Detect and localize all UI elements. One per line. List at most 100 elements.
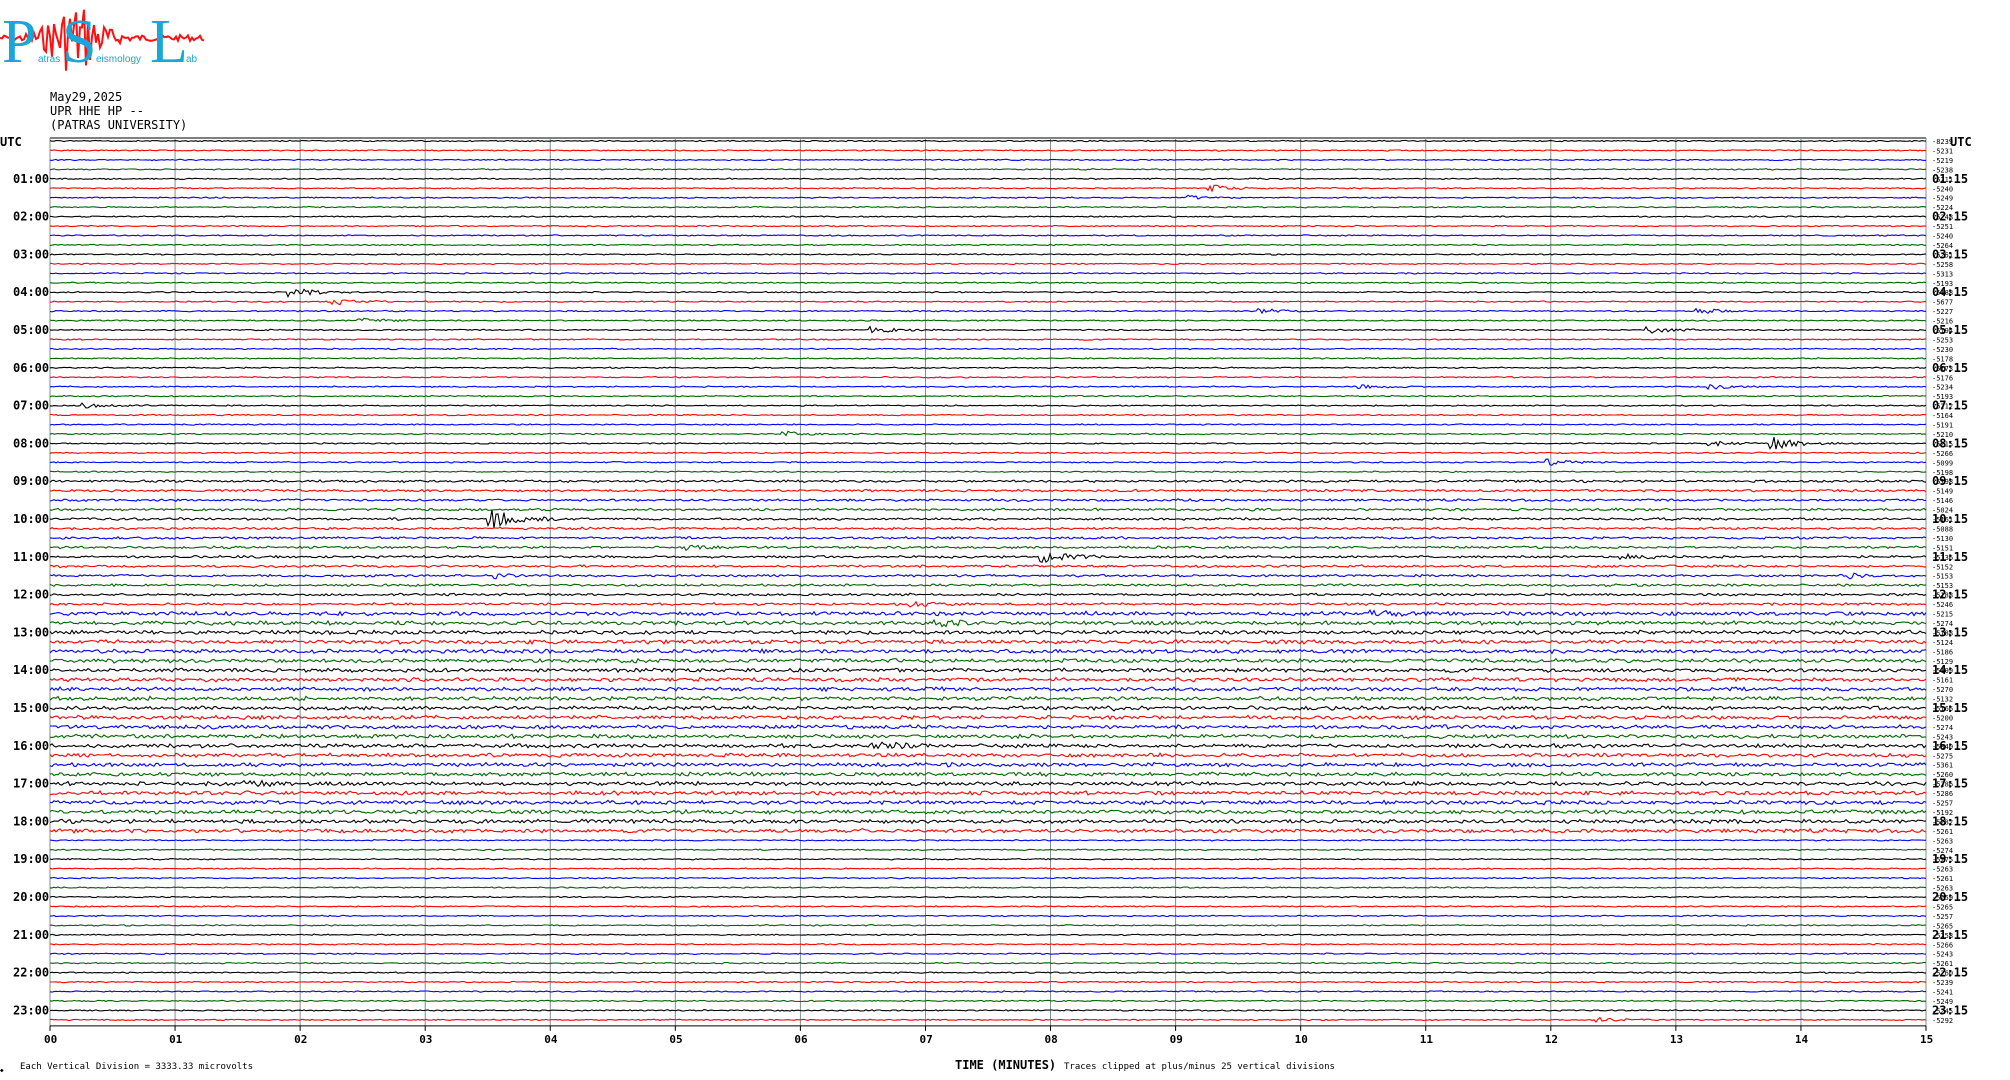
x-tick-label: 00 [44,1033,57,1046]
trace-line [49,436,1927,450]
trace-line [49,366,1927,370]
trace-mean-label: -5243 [1932,951,1953,959]
trace-line [49,608,1927,618]
trace-mean-label: -5234 [1932,384,1953,392]
trace-line [50,980,1927,984]
trace-mean-label: -5161 [1932,677,1953,685]
division-note: Each Vertical Division = 3333.33 microvo… [20,1062,253,1072]
right-hour-label: 20:15 [1932,890,1968,904]
trace-line [49,923,1927,927]
trace-mean-label: -5130 [1932,535,1953,543]
trace-mean-label: -5099 [1932,459,1953,467]
trace-mean-label: -5230 [1932,346,1953,354]
trace-line [49,194,1927,200]
trace-line [49,676,1927,683]
x-tick-label: 10 [1295,1033,1308,1046]
trace-line [49,451,1927,455]
trace-line [49,184,1927,193]
left-hour-label: 03:00 [13,247,49,261]
trace-mean-label: -5239 [1932,979,1953,987]
corner-mark: ◆ [0,1067,4,1074]
trace-line [49,234,1927,237]
trace-line [49,338,1927,341]
trace-line [49,714,1927,721]
trace-mean-label: -5677 [1932,299,1953,307]
trace-line [49,848,1927,852]
trace-mean-label: -5241 [1932,989,1953,997]
trace-mean-label: -5257 [1932,913,1953,921]
trace-mean-label: -5240 [1932,233,1953,241]
trace-line [49,857,1927,861]
trace-line [49,526,1927,531]
trace-mean-label: -5149 [1932,488,1953,496]
trace-mean-label: -5186 [1932,648,1953,656]
trace-line [49,827,1927,834]
trace-mean-label: -5246 [1932,601,1953,609]
trace-line [49,307,1926,315]
trace-mean-label: -5361 [1932,762,1953,770]
trace-line [49,705,1927,712]
trace-line [49,262,1927,266]
trace-mean-label: -5240 [1932,185,1953,193]
left-hour-label: 23:00 [13,1003,49,1017]
trace-line [49,325,1927,334]
trace-mean-label: -5124 [1932,639,1953,647]
trace-line [49,167,1927,171]
trace-line [49,205,1927,209]
trace-line [49,507,1927,512]
right-hour-label: 06:15 [1932,361,1968,375]
trace-mean-label: -5275 [1932,752,1953,760]
x-tick-label: 05 [669,1033,682,1046]
axis-labels: 00 01 02 03 04 05 06 07 08 09 10 11 12 13 14 15-8239-52… [13,138,1968,1046]
trace-line [49,271,1927,275]
clip-note: Traces clipped at plus/minus 25 vertical… [1064,1062,1335,1072]
left-hour-label: 08:00 [13,436,49,450]
right-hour-label: 08:15 [1932,436,1968,450]
trace-line [50,299,1927,306]
left-utc-title: UTC [0,135,22,149]
right-hour-label: 03:15 [1932,247,1968,261]
trace-line [49,243,1926,247]
left-hour-label: 05:00 [13,323,49,337]
trace-line [49,618,1927,628]
x-tick-label: 14 [1795,1033,1809,1046]
trace-line [49,779,1927,788]
trace-line [50,724,1927,730]
trace-mean-label: -5251 [1932,223,1953,231]
trace-line [49,347,1927,351]
trace-mean-label: -5200 [1932,714,1953,722]
trace-mean-label: -5191 [1932,422,1953,430]
x-tick-label: 15 [1920,1033,1933,1046]
trace-line [49,544,1927,552]
trace-line [49,177,1927,181]
left-hour-label: 10:00 [13,512,49,526]
trace-line [49,149,1927,152]
x-tick-label: 03 [419,1033,432,1046]
trace-line [49,752,1927,759]
left-hour-label: 04:00 [13,285,49,299]
trace-mean-label: -5261 [1932,875,1953,883]
trace-line [49,876,1927,880]
right-hour-label: 22:15 [1932,966,1968,980]
trace-line [49,1016,1927,1023]
trace-mean-label: -5266 [1932,450,1953,458]
trace-line [49,158,1927,162]
trace-line [50,413,1927,417]
x-tick-label: 11 [1420,1033,1434,1046]
trace-line [49,402,1927,409]
left-hour-label: 12:00 [13,588,49,602]
trace-line [49,394,1927,398]
trace-line [49,789,1927,797]
left-hour-label: 19:00 [13,852,49,866]
x-tick-label: 09 [1170,1033,1183,1046]
right-hour-label: 07:15 [1932,399,1968,413]
right-hour-label: 12:15 [1932,588,1968,602]
trace-line [49,808,1927,816]
trace-mean-label: -5261 [1932,828,1953,836]
right-hour-label: 02:15 [1932,210,1968,224]
left-hour-label: 06:00 [13,361,49,375]
trace-line [49,600,1927,608]
trace-line [49,867,1927,870]
left-hour-label: 07:00 [13,399,49,413]
trace-line [49,971,1927,974]
